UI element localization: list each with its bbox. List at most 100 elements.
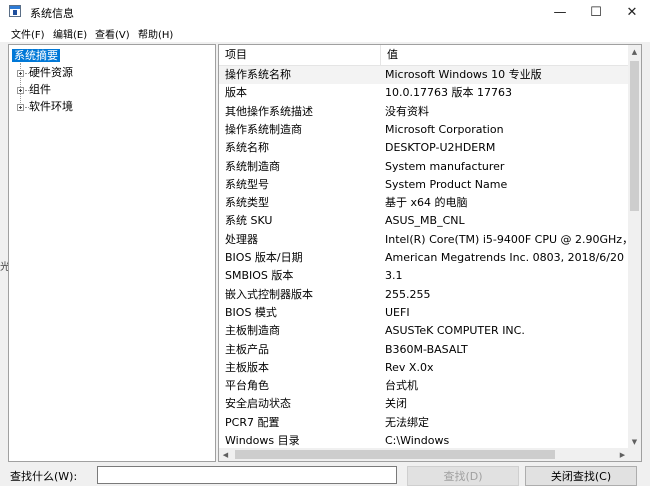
table-row[interactable]: 版本 10.0.17763 版本 17763: [219, 84, 629, 102]
minimize-icon: —: [553, 4, 567, 20]
table-row[interactable]: 主板版本 Rev X.0x: [219, 359, 629, 377]
row-value: ASUS_MB_CNL: [385, 214, 465, 228]
row-value: 3.1: [385, 269, 403, 283]
row-value: 关闭: [385, 397, 407, 411]
row-value: 255.255: [385, 287, 431, 301]
tree-item-label: 组件: [29, 83, 51, 96]
row-item: 系统名称: [225, 141, 269, 155]
horizontal-scrollbar[interactable]: ◀ ▶: [219, 448, 629, 461]
row-value: 10.0.17763 版本 17763: [385, 86, 512, 100]
maximize-button[interactable]: ☐: [578, 0, 614, 24]
column-header-item[interactable]: 项目: [219, 45, 380, 65]
row-value: DESKTOP-U2HDERM: [385, 141, 496, 155]
tree-item-software-environment[interactable]: 软件环境: [29, 99, 73, 114]
table-row[interactable]: BIOS 版本/日期 American Megatrends Inc. 0803,…: [219, 249, 629, 267]
table-row[interactable]: 系统 SKU ASUS_MB_CNL: [219, 212, 629, 230]
background-window-fragment: 光: [0, 262, 10, 273]
tree-item-components[interactable]: 组件: [29, 82, 51, 97]
close-find-button[interactable]: 关闭查找(C): [525, 466, 637, 486]
tree-item-label: 软件环境: [29, 100, 73, 113]
menu-help[interactable]: 帮助(H): [138, 26, 173, 41]
list-header: 项目 值: [219, 45, 629, 66]
row-value: Intel(R) Core(TM) i5-9400F CPU @ 2.90GHz…: [385, 232, 629, 246]
row-value: 台式机: [385, 379, 418, 393]
table-row[interactable]: 系统型号 System Product Name: [219, 176, 629, 194]
table-row[interactable]: 操作系统制造商 Microsoft Corporation: [219, 121, 629, 139]
row-value: UEFI: [385, 305, 410, 319]
table-row[interactable]: 处理器 Intel(R) Core(TM) i5-9400F CPU @ 2.90…: [219, 231, 629, 249]
find-input[interactable]: [97, 466, 397, 484]
row-item: 系统型号: [225, 177, 269, 191]
scroll-down-icon[interactable]: ▼: [628, 435, 641, 448]
row-item: 安全启动状态: [225, 397, 291, 411]
table-row[interactable]: 系统类型 基于 x64 的电脑: [219, 194, 629, 212]
table-row[interactable]: 系统制造商 System manufacturer: [219, 158, 629, 176]
row-item: 系统类型: [225, 196, 269, 210]
window-title: 系统信息: [30, 7, 74, 20]
details-list: 项目 值 操作系统名称 Microsoft Windows 10 专业版 版本 10…: [218, 44, 642, 462]
row-item: SMBIOS 版本: [225, 269, 294, 283]
table-row[interactable]: 主板产品 B360M-BASALT: [219, 341, 629, 359]
find-label: 查找什么(W):: [10, 470, 78, 483]
close-button[interactable]: ✕: [614, 0, 650, 24]
row-item: 操作系统制造商: [225, 122, 302, 136]
horizontal-scroll-thumb[interactable]: [235, 450, 555, 459]
title-bar: 系统信息 — ☐ ✕: [0, 0, 650, 24]
row-value: Microsoft Windows 10 专业版: [385, 68, 542, 81]
menu-view[interactable]: 查看(V): [95, 26, 130, 41]
row-item: 系统制造商: [225, 159, 280, 173]
vertical-scrollbar[interactable]: ▲ ▼: [628, 45, 641, 448]
row-item: 主板版本: [225, 360, 269, 374]
row-value: 基于 x64 的电脑: [385, 196, 468, 210]
maximize-icon: ☐: [590, 4, 602, 20]
row-item: PCR7 配置: [225, 415, 280, 429]
vertical-scroll-thumb[interactable]: [630, 61, 639, 211]
row-item: 处理器: [225, 232, 258, 246]
row-value: System Product Name: [385, 177, 508, 191]
menu-file[interactable]: 文件(F): [11, 26, 45, 41]
row-value: ASUSTeK COMPUTER INC.: [385, 324, 525, 338]
minimize-button[interactable]: —: [542, 0, 578, 24]
table-row[interactable]: 其他操作系统描述 没有资料: [219, 103, 629, 121]
expand-icon[interactable]: [17, 70, 24, 77]
table-row[interactable]: 系统名称 DESKTOP-U2HDERM: [219, 139, 629, 157]
tree-item-label: 系统摘要: [12, 49, 60, 62]
menu-edit[interactable]: 编辑(E): [53, 26, 87, 41]
row-item: 其他操作系统描述: [225, 104, 313, 118]
row-item: 版本: [225, 86, 247, 100]
tree-item-hardware-resources[interactable]: 硬件资源: [29, 65, 73, 80]
table-row[interactable]: BIOS 模式 UEFI: [219, 304, 629, 322]
column-header-value[interactable]: 值: [381, 45, 629, 65]
table-row[interactable]: PCR7 配置 无法绑定: [219, 414, 629, 432]
row-value: System manufacturer: [385, 159, 505, 173]
table-row[interactable]: 安全启动状态 关闭: [219, 395, 629, 413]
row-value: 无法绑定: [385, 415, 429, 429]
close-icon: ✕: [626, 4, 638, 20]
table-row[interactable]: 嵌入式控制器版本 255.255: [219, 286, 629, 304]
scroll-left-icon[interactable]: ◀: [219, 448, 232, 461]
scrollbar-corner: [628, 448, 641, 461]
expand-icon[interactable]: [17, 87, 24, 94]
row-value: Rev X.0x: [385, 360, 434, 374]
row-item: 主板产品: [225, 342, 269, 356]
menu-bar: 文件(F) 编辑(E) 查看(V) 帮助(H): [0, 24, 650, 42]
table-row[interactable]: 主板制造商 ASUSTeK COMPUTER INC.: [219, 322, 629, 340]
find-button[interactable]: 查找(D): [407, 466, 519, 486]
tree-item-system-summary[interactable]: 系统摘要: [12, 48, 60, 63]
row-item: 嵌入式控制器版本: [225, 287, 313, 301]
row-value: Microsoft Corporation: [385, 122, 504, 136]
table-row[interactable]: SMBIOS 版本 3.1: [219, 267, 629, 285]
row-item: 系统 SKU: [225, 214, 273, 228]
row-item: BIOS 模式: [225, 305, 277, 319]
row-item: 平台角色: [225, 379, 269, 393]
table-row[interactable]: 操作系统名称 Microsoft Windows 10 专业版: [219, 66, 629, 85]
row-item: 主板制造商: [225, 324, 280, 338]
scroll-up-icon[interactable]: ▲: [628, 45, 641, 58]
expand-icon[interactable]: [17, 104, 24, 111]
row-value: B360M-BASALT: [385, 342, 468, 356]
table-row[interactable]: 平台角色 台式机: [219, 377, 629, 395]
system-info-app-icon: [9, 5, 21, 17]
row-value: American Megatrends Inc. 0803, 2018/6/20: [385, 251, 625, 264]
row-value: 没有资料: [385, 104, 429, 118]
row-item: 操作系统名称: [225, 68, 291, 81]
